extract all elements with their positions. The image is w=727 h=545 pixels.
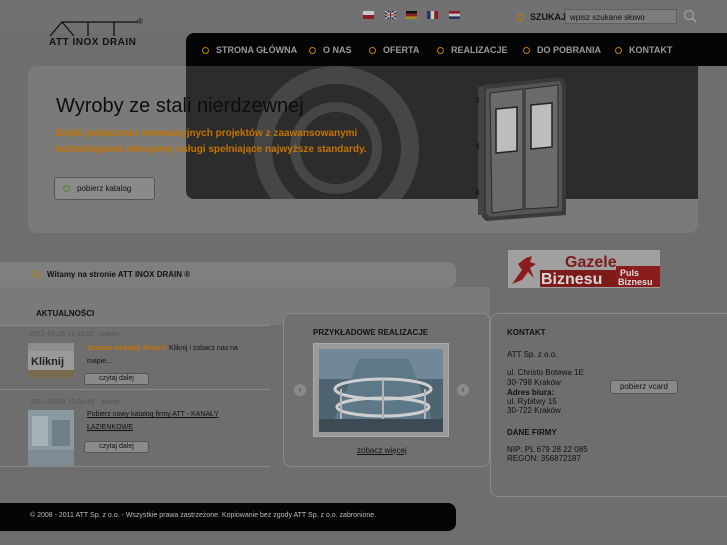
read-more-button[interactable]: czytaj dalej — [84, 441, 149, 453]
company-nip: NIP: PL 679 28 22 085 — [507, 445, 588, 454]
logo-registered-mark: ® — [137, 17, 143, 26]
bullet-icon — [33, 271, 40, 278]
carousel-prev-icon[interactable]: ‹ — [294, 384, 306, 396]
projects-heading: PRZYKŁADOWE REALIZACJE — [313, 328, 429, 337]
contact-company: ATT Sp. z o.o. — [507, 350, 558, 359]
welcome-text: Witamy na stronie ATT INOX DRAIN ® — [33, 270, 190, 279]
nav-item-contact[interactable]: KONTAKT — [615, 45, 672, 55]
nav-item-home[interactable]: STRONA GŁÓWNA — [202, 45, 297, 55]
nav-item-projects[interactable]: REALIZACJE — [437, 45, 508, 55]
news-title-link[interactable]: Zmiana siedziby firmy!!! — [87, 345, 167, 352]
company-data-heading: DANE FIRMY — [507, 428, 557, 437]
company-regon: REGON: 356872187 — [507, 454, 581, 463]
news-meta: 2011-03-09 10:34:45 - admin — [30, 399, 120, 406]
search-input[interactable]: wpisz szukane słowo — [565, 9, 677, 24]
contact-street: ul. Christo Botewa 1E — [507, 368, 584, 377]
news-excerpt: Zmiana siedziby firmy!!! Kliknij i zobac… — [87, 345, 238, 365]
news-thumbnail[interactable]: Kliknij — [28, 343, 74, 378]
flag-pl-icon[interactable] — [363, 11, 374, 19]
gazele-biznesu-badge[interactable]: Gazele Biznesu Puls Biznesu — [508, 250, 660, 288]
nav-item-about[interactable]: O NAS — [309, 45, 352, 55]
contact-heading: KONTAKT — [507, 328, 546, 337]
bullet-icon — [309, 47, 316, 54]
news-heading: AKTUALNOŚCI — [36, 309, 95, 318]
bullet-icon — [437, 47, 444, 54]
divider — [0, 325, 270, 326]
contact-office-street: ul. Rybitwy 15 — [507, 397, 557, 406]
nav-item-downloads[interactable]: DO POBRANIA — [523, 45, 601, 55]
steel-door-image — [476, 77, 566, 221]
badge-text: Biznesu — [541, 271, 602, 288]
flag-de-icon[interactable] — [406, 11, 417, 19]
carousel-next-icon[interactable]: › — [457, 384, 469, 396]
search-label: SZUKAJ — [517, 12, 566, 22]
bullet-icon — [202, 47, 209, 54]
flag-fr-icon[interactable] — [427, 11, 438, 19]
flag-en-icon[interactable] — [385, 11, 396, 19]
bullet-icon — [369, 47, 376, 54]
badge-text: Gazele — [565, 254, 617, 271]
contact-city: 30-798 Kraków — [507, 378, 561, 387]
hero-title: Wyroby ze stali nierdzewnej — [56, 95, 304, 117]
badge-text: Biznesu — [618, 277, 653, 287]
contact-office-city: 30-722 Kraków — [507, 406, 561, 415]
divider — [0, 466, 270, 467]
bullet-icon — [523, 47, 530, 54]
project-photo[interactable] — [319, 349, 443, 432]
divider — [0, 389, 270, 390]
bullet-icon — [63, 185, 70, 192]
download-catalog-button[interactable]: pobierz katalog — [54, 177, 155, 200]
nav-item-offer[interactable]: OFERTA — [369, 45, 419, 55]
news-thumbnail[interactable] — [28, 410, 74, 467]
contact-office-label: Adres biura: — [507, 388, 555, 397]
see-more-link[interactable]: zobacz więcej — [357, 446, 407, 455]
footer-copyright: © 2008 - 2011 ATT Sp. z o.o. - Wszystkie… — [30, 512, 377, 519]
search-icon[interactable] — [682, 8, 698, 24]
flag-nl-icon[interactable] — [449, 11, 460, 19]
logo-text: ATT INOX DRAIN — [49, 37, 137, 48]
hero-subtitle: Dzięki połączeniu innowacyjnych projektó… — [55, 128, 367, 155]
news-meta: 2011-04-26 11:40:32 - admin — [30, 331, 120, 338]
thumbnail-text: Kliknij — [31, 356, 64, 368]
read-more-button[interactable]: czytaj dalej — [84, 373, 149, 385]
download-vcard-button[interactable]: pobierz vcard — [610, 380, 678, 394]
news-title-link[interactable]: Pobierz nowy katalog firmy ATT - KANAŁY … — [87, 408, 237, 434]
bullet-icon — [517, 14, 524, 21]
bullet-icon — [615, 47, 622, 54]
